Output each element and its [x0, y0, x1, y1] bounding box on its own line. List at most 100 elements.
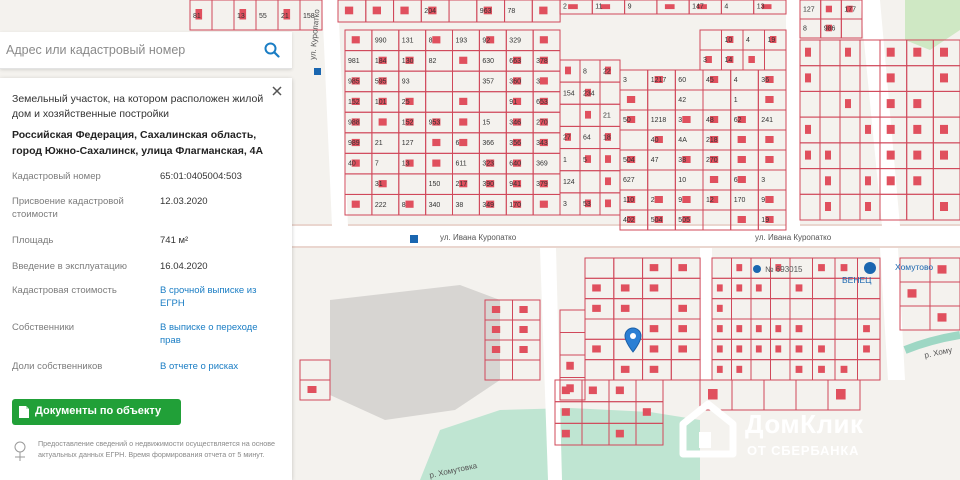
parcel-number: 369	[536, 161, 548, 168]
building	[459, 138, 468, 147]
parcel-number: 19	[768, 37, 776, 44]
building	[605, 155, 611, 163]
parcel-number: 3	[678, 117, 682, 124]
documents-button[interactable]: Документы по объекту	[12, 399, 181, 425]
parcel-number: 62	[734, 117, 742, 124]
building	[605, 199, 611, 208]
building	[805, 47, 811, 57]
building	[863, 345, 870, 353]
building	[459, 56, 468, 64]
building	[682, 116, 691, 123]
bus-icon	[314, 68, 321, 75]
building	[566, 361, 574, 370]
place-label: Хомутово	[895, 262, 933, 272]
parcel-number: 42	[678, 97, 686, 104]
parcel-number: 4	[746, 37, 750, 44]
building	[795, 325, 803, 333]
building	[459, 118, 468, 126]
parcel-number: 2	[563, 3, 567, 10]
parcel-number: 130	[402, 58, 414, 65]
parcel-number: 25	[402, 99, 410, 106]
building	[940, 202, 948, 211]
parcel-number: 357	[482, 78, 494, 85]
building	[642, 408, 651, 416]
parcel-number: 3	[703, 57, 707, 64]
building	[539, 6, 548, 15]
building	[736, 365, 743, 373]
parcel-number: 504	[623, 157, 635, 164]
parcel-number: 15	[482, 120, 490, 127]
owners-link[interactable]: В выписке о переходе прав	[160, 321, 280, 347]
building	[840, 365, 848, 373]
building	[736, 284, 743, 292]
building	[605, 177, 611, 186]
info-key: Собственники	[12, 322, 75, 333]
building	[626, 96, 636, 103]
cadastral-value-link[interactable]: В срочной выписке из ЕГРН	[160, 284, 280, 310]
building	[519, 346, 528, 353]
parcel-number: 131	[402, 37, 414, 44]
building	[678, 304, 687, 312]
building	[886, 150, 895, 160]
parcel-number: 27	[563, 135, 571, 142]
building	[615, 386, 624, 395]
property-address: Российская Федерация, Сахалинская област…	[12, 129, 264, 157]
building	[519, 326, 528, 333]
parcel-number: 193	[456, 37, 468, 44]
house-logo-icon	[679, 400, 737, 458]
building	[588, 386, 597, 395]
building	[615, 429, 624, 438]
parcel-number: 170	[734, 197, 746, 204]
building	[937, 313, 947, 322]
building	[775, 345, 782, 353]
info-value: 741 м²	[160, 235, 189, 246]
building	[937, 265, 947, 274]
building	[795, 345, 803, 353]
risks-report-link[interactable]: В отчете о рисках	[160, 360, 280, 373]
building	[940, 47, 948, 57]
building	[664, 4, 675, 10]
building	[865, 176, 871, 186]
building	[592, 284, 601, 292]
documents-button-label: Документы по объекту	[35, 405, 162, 417]
building	[795, 365, 803, 373]
parcel-number: 9	[678, 197, 682, 204]
building	[913, 99, 922, 109]
parcel-number: 218	[706, 137, 718, 144]
location-pin-icon[interactable]	[624, 327, 642, 353]
parcel-number: 177	[844, 6, 856, 13]
parcel-number: 127	[803, 6, 815, 13]
parcel-number: 349	[482, 202, 494, 209]
info-key: Присвоение кадастровой стоимости	[12, 196, 124, 220]
info-key: Доли собственников	[12, 361, 103, 372]
parcel-number: 611	[456, 161, 467, 168]
parcel-number: 21	[375, 140, 383, 147]
parcel-number: 9	[628, 3, 632, 10]
building	[649, 325, 659, 333]
building	[736, 325, 743, 333]
building	[716, 284, 723, 292]
parcel-number: 234	[583, 90, 595, 97]
parcel-number: 3	[536, 78, 540, 85]
parcel-number: 48	[706, 117, 714, 124]
building	[737, 156, 746, 163]
parcel-number: 184	[375, 58, 387, 65]
close-icon[interactable]	[270, 84, 284, 98]
building	[378, 118, 387, 126]
parcel-number: 222	[375, 202, 387, 209]
search-input[interactable]	[0, 32, 256, 68]
parcel-number: 985	[348, 78, 360, 85]
parcel-number: 981	[348, 58, 360, 65]
parcel-number: 60	[678, 77, 686, 84]
building	[863, 325, 870, 333]
building	[649, 284, 659, 292]
info-value: 16.04.2020	[160, 261, 208, 272]
parcel-number: 47	[651, 157, 659, 164]
building	[592, 345, 601, 353]
road-vertical-mid	[786, 0, 800, 226]
search-icon[interactable]	[264, 42, 280, 58]
building	[565, 66, 571, 75]
building	[825, 150, 831, 160]
building	[755, 345, 762, 353]
parcel-number: 329	[509, 37, 521, 44]
